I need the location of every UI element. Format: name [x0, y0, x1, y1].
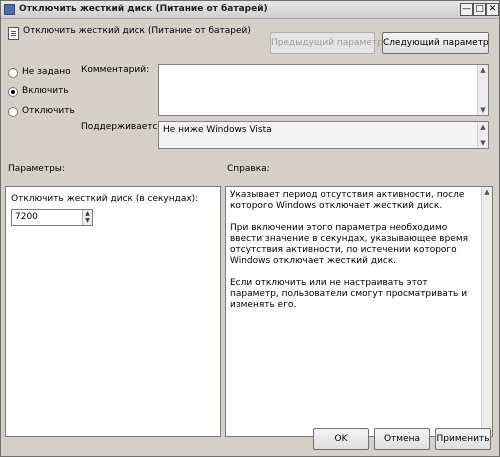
- comment-scrollbar[interactable]: ▲ ▼: [477, 65, 488, 115]
- supported-field: Не ниже Windows Vista ▲ ▼: [158, 121, 489, 149]
- spinner-buttons[interactable]: ▲ ▼: [82, 210, 92, 225]
- supported-label: Поддерживается:: [81, 122, 166, 132]
- radio-enabled-label: Включить: [22, 86, 69, 96]
- apply-button[interactable]: Применить: [435, 428, 491, 450]
- spin-down-icon[interactable]: ▼: [83, 217, 92, 224]
- next-setting-button[interactable]: Следующий параметр: [382, 32, 489, 54]
- maximize-button[interactable]: □: [473, 3, 486, 16]
- help-text: Указывает период отсутствия активности, …: [230, 190, 478, 322]
- radio-enabled-indicator[interactable]: [8, 87, 18, 97]
- help-section-label: Справка:: [227, 164, 270, 174]
- disk-timeout-value[interactable]: 7200: [15, 212, 38, 222]
- help-paragraph: При включении этого параметра необходимо…: [230, 223, 469, 266]
- scroll-down-icon[interactable]: ▼: [478, 138, 488, 148]
- options-section-label: Параметры:: [8, 164, 65, 174]
- ok-button[interactable]: OK: [313, 428, 369, 450]
- disk-timeout-spinner[interactable]: 7200 ▲ ▼: [11, 209, 93, 226]
- app-icon: [4, 4, 15, 15]
- close-button[interactable]: ✕: [486, 3, 499, 16]
- options-panel: Отключить жесткий диск (в секундах): 720…: [5, 186, 221, 437]
- dialog-content: Отключить жесткий диск (Питание от батар…: [1, 20, 499, 456]
- scroll-up-icon[interactable]: ▲: [478, 65, 488, 75]
- help-paragraph: Если отключить или не настраивать этот п…: [230, 278, 468, 310]
- policy-title: Отключить жесткий диск (Питание от батар…: [23, 26, 251, 36]
- title-bar[interactable]: Отключить жесткий диск (Питание от батар…: [1, 1, 499, 19]
- help-paragraph: Указывает период отсутствия активности, …: [230, 190, 465, 211]
- scroll-up-icon[interactable]: ▲: [482, 187, 492, 197]
- help-scrollbar[interactable]: ▲ ▼: [481, 187, 492, 436]
- minimize-button[interactable]: —: [460, 3, 473, 16]
- window-title: Отключить жесткий диск (Питание от батар…: [19, 4, 268, 14]
- comment-label: Комментарий:: [81, 65, 150, 75]
- supported-scrollbar[interactable]: ▲ ▼: [477, 122, 488, 148]
- radio-disabled-indicator[interactable]: [8, 107, 18, 117]
- spin-up-icon[interactable]: ▲: [83, 210, 92, 217]
- radio-disabled-label: Отключить: [22, 106, 75, 116]
- radio-not-configured-label: Не задано: [22, 67, 71, 77]
- cancel-button[interactable]: Отмена: [374, 428, 430, 450]
- previous-setting-button[interactable]: Предыдущий параметр: [270, 32, 383, 54]
- radio-not-configured-indicator[interactable]: [8, 68, 18, 78]
- scroll-down-icon[interactable]: ▼: [478, 105, 488, 115]
- supported-value: Не ниже Windows Vista: [163, 125, 272, 135]
- policy-dialog-window: Отключить жесткий диск (Питание от батар…: [0, 0, 500, 457]
- scroll-up-icon[interactable]: ▲: [478, 122, 488, 132]
- comment-textarea[interactable]: ▲ ▼: [158, 64, 489, 116]
- policy-setting-icon: [8, 27, 19, 40]
- disk-timeout-label: Отключить жесткий диск (в секундах):: [11, 194, 199, 204]
- help-panel: Указывает период отсутствия активности, …: [225, 186, 493, 437]
